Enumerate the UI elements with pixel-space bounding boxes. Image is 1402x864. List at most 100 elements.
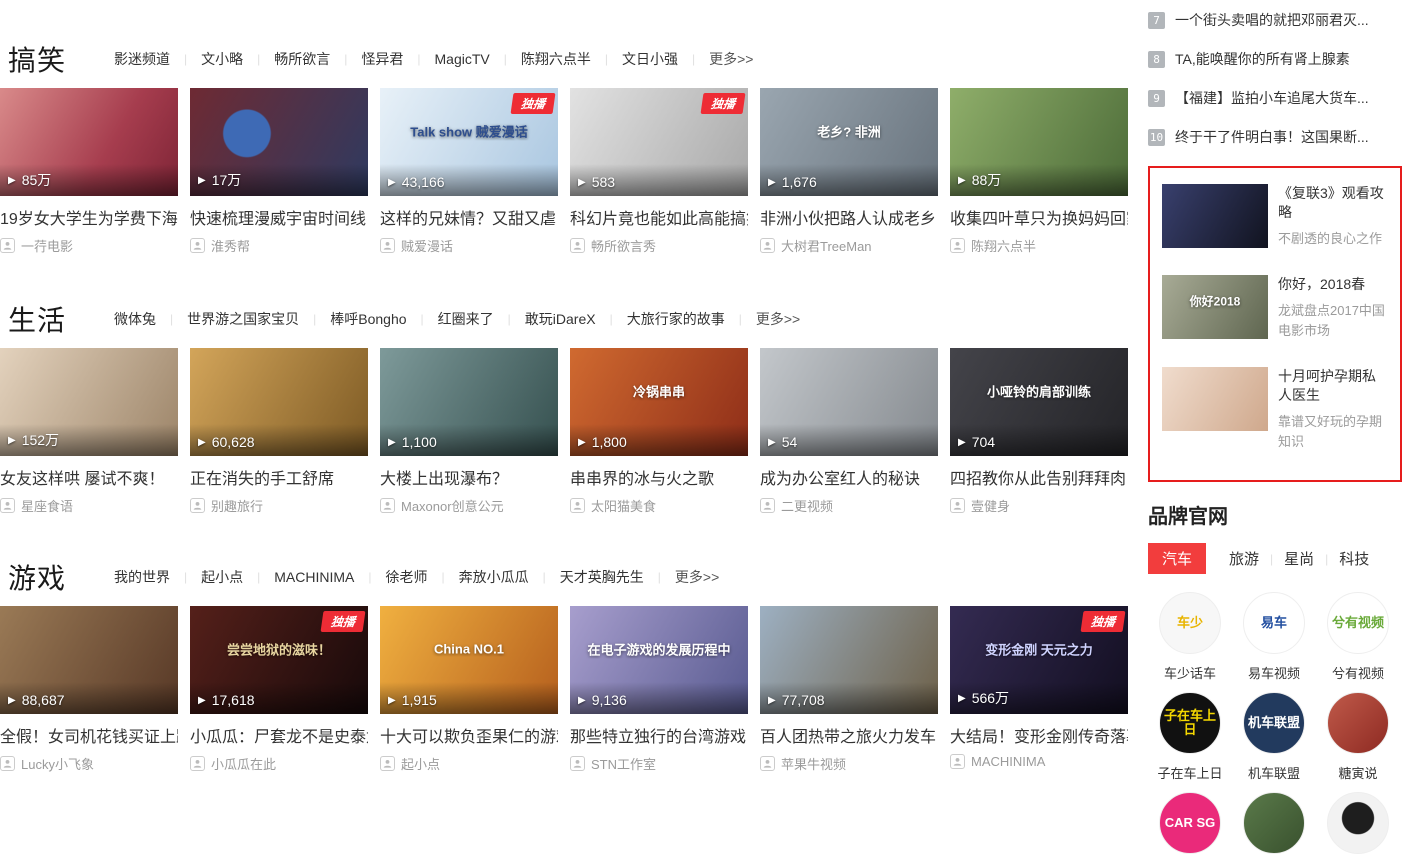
brand-tab[interactable]: 旅游 [1229, 548, 1259, 569]
video-title[interactable]: 十大可以欺负歪果仁的游戏 [380, 723, 558, 747]
section-nav-link[interactable]: 世界游之国家宝贝 [187, 309, 299, 329]
video-thumbnail[interactable]: 变形金刚 天元之力 独播 ▶566万 [950, 606, 1128, 714]
brand-item[interactable]: 子在车上日 子在车上日 [1148, 692, 1232, 782]
uploader-row[interactable]: 星座食语 [0, 496, 178, 515]
video-title[interactable]: 四招教你从此告别拜拜肉 [950, 465, 1128, 489]
video-title[interactable]: 小瓜瓜：尸套龙不是史泰龙 [190, 723, 368, 747]
uploader-row[interactable]: 壹健身 [950, 496, 1128, 515]
video-thumbnail[interactable]: ▶17万 [190, 88, 368, 196]
uploader-row[interactable]: 陈翔六点半 [950, 236, 1128, 255]
brand-item[interactable] [1232, 792, 1316, 854]
video-thumbnail[interactable]: 冷锅串串 ▶1,800 [570, 348, 748, 456]
video-thumbnail[interactable]: ▶152万 [0, 348, 178, 456]
thumbnail-text: China NO.1 [380, 642, 558, 657]
video-thumbnail[interactable]: ▶85万 [0, 88, 178, 196]
video-title[interactable]: 收集四叶草只为换妈妈回家 [950, 205, 1128, 229]
uploader-row[interactable]: Maxonor创意公元 [380, 496, 558, 515]
more-link[interactable]: 更多>> [709, 49, 753, 69]
video-thumbnail[interactable]: ▶88,687 [0, 606, 178, 714]
more-link[interactable]: 更多>> [756, 309, 800, 329]
uploader-row[interactable]: MACHINIMA [950, 754, 1128, 769]
video-title[interactable]: 科幻片竟也能如此高能搞笑 [570, 205, 748, 229]
video-title[interactable]: 女友这样哄 屡试不爽！ [0, 465, 178, 489]
section-nav-link[interactable]: MagicTV [435, 51, 490, 67]
section-nav-link[interactable]: 陈翔六点半 [521, 49, 591, 69]
uploader-row[interactable]: 大树君TreeMan [760, 236, 938, 255]
uploader-row[interactable]: 小瓜瓜在此 [190, 754, 368, 773]
video-title[interactable]: 串串界的冰与火之歌 [570, 465, 748, 489]
featured-item[interactable]: 十月呵护孕期私人医生 靠谱又好玩的孕期知识 [1162, 367, 1388, 452]
section-nav-link[interactable]: 我的世界 [114, 567, 170, 587]
section-nav-link[interactable]: 天才英胸先生 [560, 567, 644, 587]
section-nav-link[interactable]: 文小略 [201, 49, 243, 69]
video-title[interactable]: 那些特立独行的台湾游戏 [570, 723, 748, 747]
video-title[interactable]: 非洲小伙把路人认成老乡 [760, 205, 938, 229]
section-nav-link[interactable]: 大旅行家的故事 [627, 309, 725, 329]
brand-tab[interactable]: 科技 [1339, 548, 1369, 569]
brand-item[interactable]: 糖寅说 [1316, 692, 1400, 782]
section-nav-link[interactable]: 影迷频道 [114, 49, 170, 69]
video-title[interactable]: 正在消失的手工舒席 [190, 465, 368, 489]
uploader-row[interactable]: 淮秀帮 [190, 236, 368, 255]
video-thumbnail[interactable]: Talk show 贼爱漫话 独播 ▶43,166 [380, 88, 558, 196]
section-nav-link[interactable]: 畅所欲言 [274, 49, 330, 69]
ranked-news-item[interactable]: 9 【福建】监拍小车追尾大货车... [1148, 88, 1402, 108]
brand-item[interactable]: CAR SG [1148, 792, 1232, 854]
video-thumbnail[interactable]: 独播 ▶583 [570, 88, 748, 196]
video-title[interactable]: 这样的兄妹情？又甜又虐！ [380, 205, 558, 229]
video-thumbnail[interactable]: 尝尝地狱的滋味！ 独播 ▶17,618 [190, 606, 368, 714]
video-title[interactable]: 大楼上出现瀑布？ [380, 465, 558, 489]
video-title[interactable]: 快速梳理漫威宇宙时间线！ [190, 205, 368, 229]
video-thumbnail[interactable]: ▶60,628 [190, 348, 368, 456]
brand-tab[interactable]: 星尚 [1284, 548, 1314, 569]
brand-item[interactable]: 机车联盟 机车联盟 [1232, 692, 1316, 782]
ranked-news-item[interactable]: 10 终于干了件明白事！这国果断... [1148, 127, 1402, 147]
video-thumbnail[interactable]: 在电子游戏的发展历程中 ▶9,136 [570, 606, 748, 714]
video-thumbnail[interactable]: 小哑铃的肩部训练 ▶704 [950, 348, 1128, 456]
featured-item[interactable]: 《复联3》观看攻略 不剧透的良心之作 [1162, 184, 1388, 249]
video-thumbnail[interactable]: ▶1,100 [380, 348, 558, 456]
section-nav-link[interactable]: 微体兔 [114, 309, 156, 329]
brand-item[interactable]: 车少 车少话车 [1148, 592, 1232, 682]
section-nav-link[interactable]: 敢玩iDareX [525, 309, 596, 329]
ranked-news-item[interactable]: 8 TA,能唤醒你的所有肾上腺素 [1148, 49, 1402, 69]
uploader-row[interactable]: 一荇电影 [0, 236, 178, 255]
featured-item[interactable]: 你好2018 你好，2018春 龙斌盘点2017中国电影市场 [1162, 275, 1388, 341]
uploader-row[interactable]: 太阳猫美食 [570, 496, 748, 515]
brand-item[interactable]: 易车 易车视频 [1232, 592, 1316, 682]
video-thumbnail[interactable]: ▶54 [760, 348, 938, 456]
video-thumbnail[interactable]: ▶88万 [950, 88, 1128, 196]
featured-thumbnail [1162, 184, 1268, 248]
uploader-row[interactable]: 二更视频 [760, 496, 938, 515]
video-thumbnail[interactable]: China NO.1 ▶1,915 [380, 606, 558, 714]
video-title[interactable]: 百人团热带之旅火力发车 [760, 723, 938, 747]
video-thumbnail[interactable]: 老乡? 非洲 ▶1,676 [760, 88, 938, 196]
video-title[interactable]: 大结局！变形金刚传奇落幕 [950, 723, 1128, 747]
section-nav-link[interactable]: 红圈来了 [438, 309, 494, 329]
brand-item[interactable] [1316, 792, 1400, 854]
ranked-news-item[interactable]: 7 一个街头卖唱的就把邓丽君灭... [1148, 10, 1402, 30]
view-count-wrap: ▶88,687 [8, 692, 65, 708]
section-nav-link[interactable]: 怪异君 [361, 49, 403, 69]
uploader-row[interactable]: 起小点 [380, 754, 558, 773]
video-title[interactable]: 19岁女大学生为学费下海 [0, 205, 178, 229]
section-nav-link[interactable]: 徐老师 [386, 567, 428, 587]
section-nav-link[interactable]: MACHINIMA [274, 569, 354, 585]
section-nav-link[interactable]: 奔放小瓜瓜 [459, 567, 529, 587]
more-link[interactable]: 更多>> [675, 567, 719, 587]
view-count-wrap: ▶60,628 [198, 434, 255, 450]
video-title[interactable]: 全假！女司机花钱买证上路 [0, 723, 178, 747]
uploader-row[interactable]: 苹果牛视频 [760, 754, 938, 773]
brand-tab[interactable]: 汽车 [1148, 543, 1206, 574]
uploader-row[interactable]: 畅所欲言秀 [570, 236, 748, 255]
section-nav-link[interactable]: 文日小强 [622, 49, 678, 69]
video-thumbnail[interactable]: ▶77,708 [760, 606, 938, 714]
uploader-row[interactable]: 别趣旅行 [190, 496, 368, 515]
section-nav-link[interactable]: 棒呼Bongho [330, 309, 406, 329]
uploader-row[interactable]: STN工作室 [570, 754, 748, 773]
brand-item[interactable]: 兮有视频 兮有视频 [1316, 592, 1400, 682]
section-nav-link[interactable]: 起小点 [201, 567, 243, 587]
uploader-row[interactable]: 贼爱漫话 [380, 236, 558, 255]
video-title[interactable]: 成为办公室红人的秘诀 [760, 465, 938, 489]
uploader-row[interactable]: Lucky小飞象 [0, 754, 178, 773]
